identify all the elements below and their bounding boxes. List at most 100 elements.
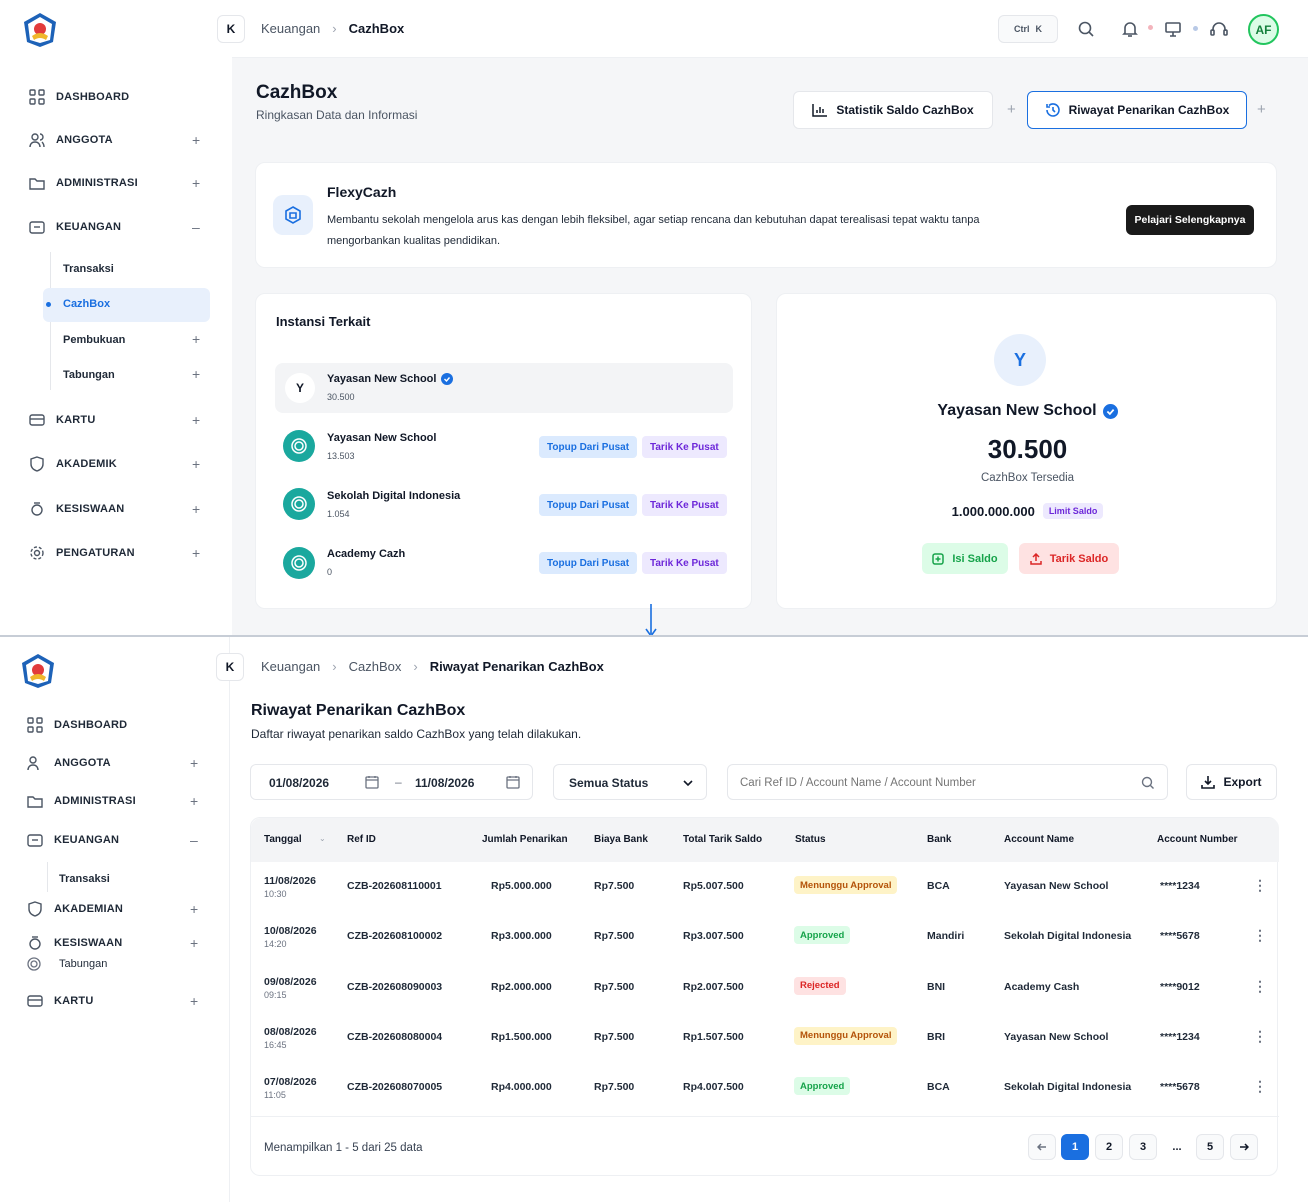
plus-icon[interactable]: + (192, 366, 200, 382)
plus-icon[interactable]: + (190, 993, 198, 1009)
submenu-cazhbox[interactable]: CazhBox (63, 298, 110, 310)
page-3-button[interactable]: 3 (1129, 1134, 1157, 1160)
column-header-total: Total Tarik Saldo (683, 834, 763, 845)
cell-total: Rp1.507.500 (683, 1030, 744, 1043)
submenu-tabungan[interactable]: Tabungan (63, 369, 115, 381)
breadcrumb-current: Riwayat Penarikan CazhBox (429, 659, 604, 674)
collapse-sidebar-button[interactable]: K (216, 653, 244, 681)
plus-icon[interactable]: + (1257, 101, 1266, 118)
plus-icon[interactable]: + (1007, 101, 1016, 118)
sidebar-item-administrasi[interactable]: ADMINISTRASI + (26, 792, 206, 810)
users-icon (28, 131, 46, 149)
sidebar-item-kartu[interactable]: KARTU + (26, 992, 206, 1010)
plus-icon[interactable]: + (190, 755, 198, 771)
saldo-amount: 30.500 (987, 434, 1068, 464)
breadcrumb-parent[interactable]: Keuangan (261, 21, 320, 36)
plus-icon[interactable]: + (192, 545, 200, 561)
plus-icon[interactable]: + (192, 175, 200, 191)
topup-dari-pusat-button[interactable]: Topup Dari Pusat (539, 494, 638, 516)
more-vertical-icon[interactable]: ⋮ (1253, 1079, 1267, 1093)
sidebar-item-akademik[interactable]: AKADEMIAN + (26, 900, 206, 918)
export-button[interactable]: Export (1186, 764, 1277, 800)
plus-icon[interactable]: + (192, 501, 200, 517)
search-box[interactable] (727, 764, 1168, 800)
sidebar-item-administrasi[interactable]: ADMINISTRASI + (28, 174, 208, 192)
status-select[interactable]: Semua Status (553, 764, 707, 800)
date-from[interactable]: 01/08/2026 (269, 776, 329, 790)
table-row[interactable]: 07/08/2026 11:05 CZB-202608070005 Rp4.000.0… (251, 1076, 1279, 1116)
more-vertical-icon[interactable]: ⋮ (1253, 878, 1267, 892)
sidebar-item-dashboard[interactable]: DASHBOARD (26, 716, 127, 734)
plus-icon[interactable]: + (192, 132, 200, 148)
topup-dari-pusat-button[interactable]: Topup Dari Pusat (539, 552, 638, 574)
plus-icon[interactable]: + (192, 456, 200, 472)
search-icon[interactable] (1077, 20, 1095, 38)
shield-icon (26, 900, 44, 918)
sidebar-item-kesiswaan[interactable]: KESISWAAN + (26, 934, 206, 952)
sort-icon[interactable]: ⌄ (319, 834, 326, 843)
tarik-ke-pusat-button[interactable]: Tarik Ke Pusat (642, 494, 727, 516)
plus-icon[interactable]: + (190, 901, 198, 917)
plus-icon[interactable]: + (190, 793, 198, 809)
plus-icon[interactable]: + (192, 331, 200, 347)
sidebar-item-anggota[interactable]: ANGGOTA + (28, 131, 208, 149)
submenu-tabungan[interactable]: Tabungan (59, 958, 107, 970)
sidebar-item-pengaturan[interactable]: PENGATURAN + (28, 544, 208, 562)
more-vertical-icon[interactable]: ⋮ (1253, 928, 1267, 942)
minus-icon[interactable]: – (192, 219, 200, 235)
cell-tanggal: 08/08/2026 16:45 (264, 1026, 317, 1050)
date-range-picker[interactable]: 01/08/2026 – 11/08/2026 (250, 764, 533, 800)
submenu-pembukuan[interactable]: Pembukuan (63, 334, 125, 346)
headset-icon[interactable] (1209, 20, 1229, 38)
page-5-button[interactable]: 5 (1196, 1134, 1224, 1160)
breadcrumb-cazhbox[interactable]: CazhBox (349, 659, 402, 674)
sidebar-item-kartu[interactable]: KARTU + (28, 411, 208, 429)
command-shortcut[interactable]: Ctrl K (998, 15, 1058, 43)
more-vertical-icon[interactable]: ⋮ (1253, 1029, 1267, 1043)
avatar[interactable]: AF (1248, 14, 1279, 45)
instansi-name: Yayasan New School (327, 373, 437, 385)
column-header-tanggal[interactable]: Tanggal (264, 834, 302, 845)
table-row[interactable]: 09/08/2026 09:15 CZB-202608090003 Rp2.000.0… (251, 976, 1279, 1016)
sidebar-item-akademik[interactable]: AKADEMIK + (28, 455, 208, 473)
collapse-sidebar-button[interactable]: K (217, 15, 245, 43)
search-input[interactable] (740, 773, 1130, 793)
tarik-ke-pusat-button[interactable]: Tarik Ke Pusat (642, 552, 727, 574)
submenu-transaksi[interactable]: Transaksi (63, 263, 114, 275)
flexycazh-desc-line2: mengorbankan kualitas pendidikan. (327, 235, 501, 247)
plus-icon[interactable]: + (192, 412, 200, 428)
instansi-main-row[interactable]: Y Yayasan New School 30.500 (275, 363, 733, 413)
table-row[interactable]: 11/08/2026 10:30 CZB-202608110001 Rp5.000.0… (251, 875, 1279, 915)
tarik-saldo-button[interactable]: Tarik Saldo (1019, 543, 1119, 574)
tarik-ke-pusat-button[interactable]: Tarik Ke Pusat (642, 436, 727, 458)
submenu-transaksi[interactable]: Transaksi (59, 873, 110, 885)
date-to[interactable]: 11/08/2026 (415, 776, 474, 790)
sidebar-item-kesiswaan[interactable]: KESISWAAN + (28, 500, 208, 518)
next-page-button[interactable] (1230, 1134, 1258, 1160)
flexycazh-icon (273, 195, 313, 235)
monitor-icon[interactable] (1164, 20, 1182, 38)
bell-icon[interactable] (1121, 20, 1139, 38)
sidebar-item-keuangan[interactable]: KEUANGAN – (26, 831, 206, 849)
statistik-saldo-button[interactable]: Statistik Saldo CazhBox (793, 91, 993, 129)
prev-page-button[interactable] (1028, 1134, 1056, 1160)
page-1-button[interactable]: 1 (1061, 1134, 1089, 1160)
search-icon[interactable] (1141, 776, 1155, 790)
isi-saldo-button[interactable]: Isi Saldo (922, 543, 1008, 574)
plus-icon[interactable]: + (190, 935, 198, 951)
calendar-icon[interactable] (365, 775, 379, 789)
table-row[interactable]: 08/08/2026 16:45 CZB-202608080004 Rp1.500.0… (251, 1026, 1279, 1066)
minus-icon[interactable]: – (190, 832, 198, 848)
table-row[interactable]: 10/08/2026 14:20 CZB-202608100002 Rp3.000.0… (251, 925, 1279, 965)
sidebar-item-anggota[interactable]: ANGGOTA + (26, 754, 206, 772)
pelajari-selengkapnya-button[interactable]: Pelajari Selengkapnya (1126, 205, 1254, 235)
more-vertical-icon[interactable]: ⋮ (1253, 979, 1267, 993)
topup-dari-pusat-button[interactable]: Topup Dari Pusat (539, 436, 638, 458)
breadcrumb-keuangan[interactable]: Keuangan (261, 659, 320, 674)
page-2-button[interactable]: 2 (1095, 1134, 1123, 1160)
cell-biaya: Rp7.500 (594, 1081, 635, 1094)
riwayat-penarikan-button[interactable]: Riwayat Penarikan CazhBox (1027, 91, 1247, 129)
calendar-icon[interactable] (506, 775, 520, 789)
sidebar-item-dashboard[interactable]: DASHBOARD (28, 88, 129, 106)
sidebar-item-keuangan[interactable]: KEUANGAN – (28, 218, 208, 236)
